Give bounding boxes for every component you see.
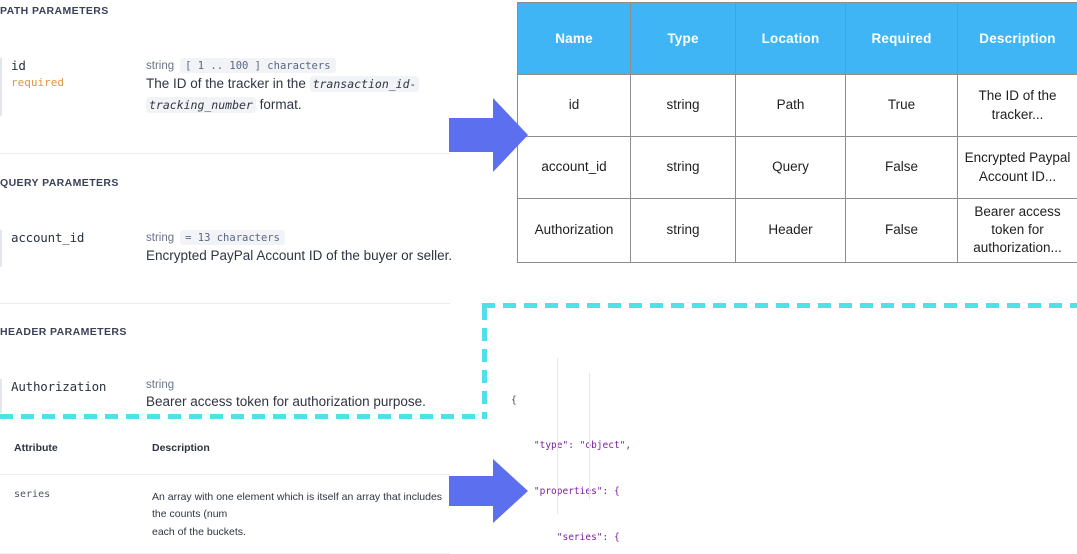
param-name: account_id <box>11 230 85 245</box>
param-name-col: account_id <box>11 230 146 267</box>
table-row: series An array with one element which i… <box>0 475 450 554</box>
param-required-label: required <box>11 76 64 89</box>
param-type: string <box>146 379 175 391</box>
column-header-type: Type <box>630 2 736 75</box>
cell-description: Bearer access token for authorization... <box>957 198 1077 263</box>
attribute-desc-line-2: each of the buckets. <box>152 525 246 538</box>
attribute-table-header-row: Attribute Description <box>0 424 450 475</box>
arrow-right-icon-top <box>449 98 528 172</box>
param-description: The ID of the tracker in the transaction… <box>146 74 455 116</box>
cell-description: The ID of the tracker... <box>957 74 1077 137</box>
api-doc-panel: PATH PARAMETERS id required string [ 1 .… <box>0 0 470 554</box>
cell-location: Path <box>735 74 846 137</box>
param-desc-code-2: tracking_number <box>146 96 256 113</box>
param-gutter <box>0 230 2 267</box>
section-heading-header-parameters: HEADER PARAMETERS <box>0 326 127 338</box>
column-header-name: Name <box>517 2 631 75</box>
cell-description: Encrypted Paypal Account ID... <box>957 136 1077 199</box>
param-detail-col: string Bearer access token for authoriza… <box>146 379 455 413</box>
callout-dashed-line-vertical <box>482 307 487 419</box>
param-desc-text-before: The ID of the tracker in the <box>146 76 310 91</box>
parameters-grid-table: Name Type Location Required Description … <box>517 2 1077 263</box>
cell-location: Query <box>735 136 846 199</box>
table-row: Authorization string Header False Bearer… <box>517 198 1077 263</box>
attribute-table-header-attribute: Attribute <box>14 442 58 454</box>
param-row-authorization: Authorization string Bearer access token… <box>0 379 455 413</box>
param-desc-text-after: format. <box>255 96 302 112</box>
param-name: Authorization <box>11 379 107 394</box>
cell-required: False <box>845 136 958 199</box>
param-type-line: string [ 1 .. 100 ] characters <box>146 58 455 73</box>
param-type-line: string = 13 characters <box>146 230 455 245</box>
code-line: "series": { <box>511 531 620 543</box>
column-header-required: Required <box>845 2 958 75</box>
section-heading-query-parameters: QUERY PARAMETERS <box>0 177 119 189</box>
param-row-account-id: account_id string = 13 characters Encryp… <box>0 230 455 267</box>
section-divider-2 <box>0 303 450 304</box>
screenshot-root: PATH PARAMETERS id required string [ 1 .… <box>0 0 1077 554</box>
cell-name: account_id <box>517 136 631 199</box>
section-heading-path-parameters: PATH PARAMETERS <box>0 5 109 17</box>
cell-name: Authorization <box>517 198 631 263</box>
param-type-line: string <box>146 379 455 391</box>
param-constraint-chip: = 13 characters <box>180 230 285 245</box>
section-divider-1 <box>0 153 450 154</box>
cell-type: string <box>630 74 736 137</box>
code-line: "properties": { <box>511 486 620 498</box>
param-type: string <box>146 59 175 72</box>
param-description: Encrypted PayPal Account ID of the buyer… <box>146 248 453 263</box>
grid-table-header-row: Name Type Location Required Description <box>517 2 1077 75</box>
arrow-right-icon-bottom <box>449 459 528 523</box>
indent-guide <box>557 358 558 514</box>
param-name-col: Authorization <box>11 379 146 413</box>
attribute-table-header-description: Description <box>152 442 210 454</box>
attribute-table: Attribute Description series An array wi… <box>0 424 450 554</box>
attribute-description: An array with one element which is itsel… <box>152 475 450 553</box>
column-header-description: Description <box>957 2 1077 75</box>
column-header-location: Location <box>735 2 846 75</box>
cell-type: string <box>630 136 736 199</box>
cell-required: False <box>845 198 958 263</box>
param-detail-col: string = 13 characters Encrypted PayPal … <box>146 230 455 267</box>
cell-location: Header <box>735 198 846 263</box>
cell-required: True <box>845 74 958 137</box>
param-row-id: id required string [ 1 .. 100 ] characte… <box>0 58 455 116</box>
code-line: "type": "object", <box>511 440 632 452</box>
attribute-desc-line-1: An array with one element which is itsel… <box>152 491 443 521</box>
param-gutter <box>0 379 2 413</box>
param-desc-code-1: transaction_id- <box>309 76 420 92</box>
code-line: { <box>511 394 517 406</box>
param-name: id <box>11 58 26 73</box>
param-constraint-chip: [ 1 .. 100 ] characters <box>180 58 336 73</box>
param-name-col: id required <box>11 58 146 116</box>
table-row: account_id string Query False Encrypted … <box>517 136 1077 199</box>
param-type: string <box>146 231 175 244</box>
callout-dashed-line-bottom-left <box>0 414 487 419</box>
callout-dashed-line-top-right <box>482 303 1077 308</box>
cell-type: string <box>630 198 736 263</box>
json-schema-code-block: { "type": "object", "properties": { "ser… <box>489 318 1077 554</box>
table-row: id string Path True The ID of the tracke… <box>517 74 1077 137</box>
param-description: Bearer access token for authorization pu… <box>146 394 426 409</box>
cell-name: id <box>517 74 631 137</box>
indent-guide <box>589 373 590 499</box>
attribute-name: series <box>14 489 51 500</box>
param-detail-col: string [ 1 .. 100 ] characters The ID of… <box>146 58 455 116</box>
param-gutter <box>0 58 2 116</box>
